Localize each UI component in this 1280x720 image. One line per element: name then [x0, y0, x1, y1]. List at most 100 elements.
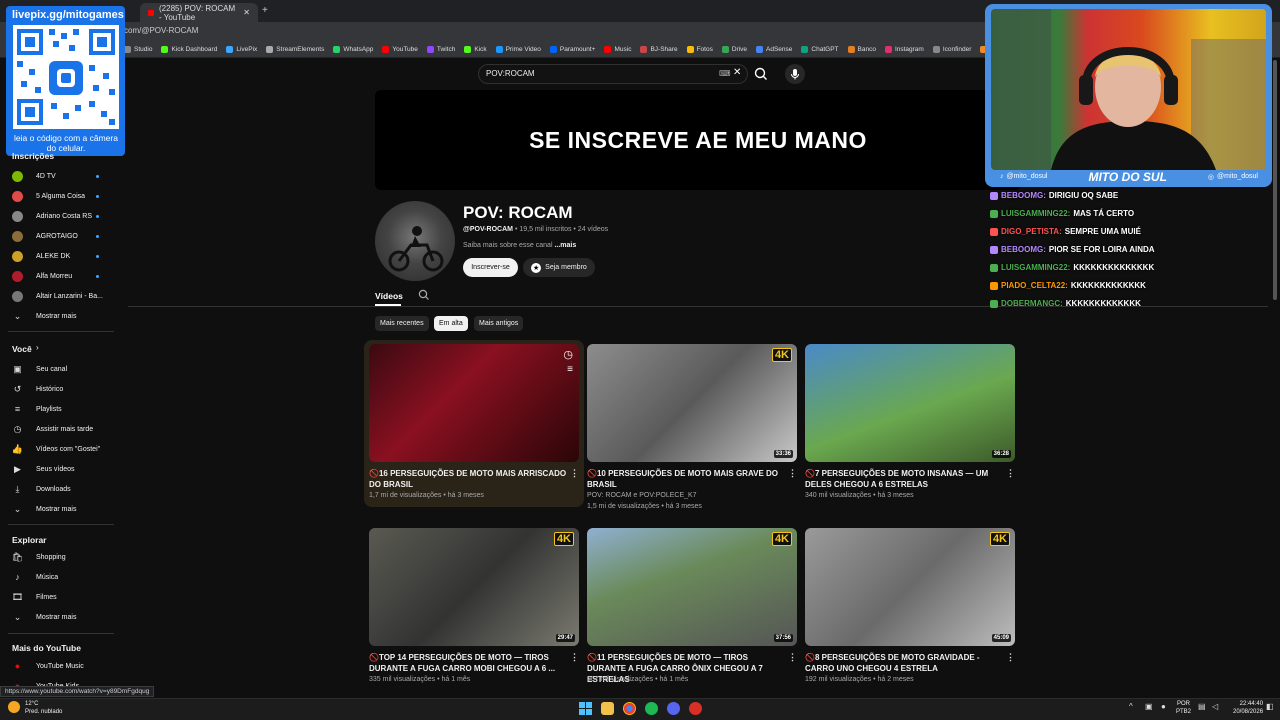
tray-app-icon[interactable]: ▣ [1145, 702, 1153, 711]
subscribe-button[interactable]: Inscrever-se [463, 258, 518, 277]
sidebar-item[interactable]: AGROTAIGO [0, 226, 118, 246]
video-title[interactable]: 🚫7 PERSEGUIÇÕES DE MOTO INSANAS — UM DEL… [805, 468, 1005, 490]
weather-widget[interactable]: 12°C Pred. nublado [25, 700, 62, 716]
sidebar-item[interactable]: ↺ Histórico [0, 379, 118, 399]
obs-icon[interactable] [689, 702, 702, 715]
keyboard-icon[interactable]: ⌨ [719, 69, 731, 78]
explore-heading[interactable]: Explorar [12, 535, 47, 545]
sidebar-item[interactable]: ▶ Seus vídeos [0, 459, 118, 479]
bookmark-item[interactable]: AdSense [756, 45, 792, 53]
video-thumbnail[interactable]: 4K 33:36 [587, 344, 797, 462]
bookmark-item[interactable]: BJ-Share [640, 45, 678, 53]
new-tab-icon[interactable]: + [262, 5, 268, 16]
browser-tab-youtube[interactable]: (2285) POV: ROCAM - YouTube ✕ [140, 3, 258, 22]
sidebar-item[interactable]: ⌄ Mostrar mais [0, 499, 118, 519]
sidebar-item[interactable]: ⌄ Mostrar mais [0, 607, 118, 627]
video-thumbnail[interactable]: 4K 29:47 [369, 528, 579, 646]
video-menu-icon[interactable]: ⋮ [788, 468, 797, 479]
more-from-youtube-heading[interactable]: Mais do YouTube [12, 643, 81, 653]
bookmark-item[interactable]: WhatsApp [333, 45, 373, 53]
tray-mic-icon[interactable]: ● [1161, 702, 1166, 711]
bookmark-item[interactable]: Prime Video [495, 45, 541, 53]
chip-popular[interactable]: Em alta [434, 316, 468, 331]
bookmark-item[interactable]: Kick Dashboard [161, 45, 217, 53]
bookmark-item[interactable]: ChatGPT [801, 45, 839, 53]
search-button[interactable] [750, 64, 772, 84]
sidebar-item[interactable]: ● YouTube Music [0, 656, 118, 676]
chip-recent[interactable]: Mais recentes [375, 316, 429, 331]
video-menu-icon[interactable]: ⋮ [1006, 652, 1015, 663]
weather-icon[interactable] [8, 701, 20, 713]
sidebar-item[interactable]: ♪ Música [0, 567, 118, 587]
bookmark-item[interactable]: YouTube [382, 45, 418, 53]
sidebar-item[interactable]: 🎞 Filmes [0, 587, 118, 607]
subscriptions-heading[interactable]: Inscrições [12, 151, 54, 161]
sidebar-item[interactable]: 5 Alguma Coisa [0, 186, 118, 206]
close-tab-icon[interactable]: ✕ [243, 8, 250, 17]
sidebar-item[interactable]: ⤓ Downloads [0, 479, 118, 499]
address-url[interactable]: com/@POV-ROCAM [124, 26, 198, 35]
bookmark-item[interactable]: Studio [124, 45, 152, 53]
bookmark-item[interactable]: Banco [847, 45, 876, 53]
video-menu-icon[interactable]: ⋮ [788, 652, 797, 663]
file-explorer-icon[interactable] [601, 702, 614, 715]
video-thumbnail[interactable]: 4K 37:56 [587, 528, 797, 646]
sidebar-item[interactable]: ALEKE DK [0, 246, 118, 266]
tab-videos[interactable]: Vídeos [375, 291, 403, 301]
video-thumbnail[interactable]: ◷ ≡ [369, 344, 579, 462]
bookmark-item[interactable]: Twitch [426, 45, 455, 53]
watch-later-icon[interactable]: ◷ [563, 348, 573, 361]
video-title[interactable]: 🚫TOP 14 PERSEGUIÇÕES DE MOTO — TIROS DUR… [369, 652, 569, 674]
you-heading[interactable]: Você [12, 344, 32, 354]
taskbar-clock[interactable]: 22:44:40 20/08/2026 [1233, 700, 1263, 716]
bookmark-item[interactable]: Drive [721, 45, 747, 53]
chevron-right-icon[interactable]: › [36, 343, 39, 352]
volume-icon[interactable]: ◁ [1212, 702, 1218, 711]
bookmark-item[interactable]: Iconfinder [932, 45, 971, 53]
sidebar-item[interactable]: 🛍 Shopping [0, 547, 118, 567]
chip-oldest[interactable]: Mais antigos [474, 316, 524, 331]
bookmark-item[interactable]: Paramount+ [549, 45, 595, 53]
windows-start-icon[interactable] [579, 702, 592, 715]
channel-desc-more[interactable]: ...mais [554, 242, 576, 249]
video-title[interactable]: 🚫16 PERSEGUIÇÕES DE MOTO MAIS ARRISCADO … [369, 468, 569, 490]
sidebar-item[interactable]: ⌄ Mostrar mais [0, 306, 118, 326]
sidebar-item[interactable]: 👍 Vídeos com "Gostei" [0, 439, 118, 459]
join-button[interactable]: ★ Seja membro [523, 258, 595, 277]
bookmark-item[interactable]: Instagram [884, 45, 924, 53]
sidebar-item-label: Música [36, 573, 59, 581]
notifications-icon[interactable]: ◧ [1266, 702, 1274, 711]
video-title[interactable]: 🚫10 PERSEGUIÇÕES DE MOTO MAIS GRAVE DO B… [587, 468, 787, 490]
sidebar-item[interactable]: Adriano Costa RS [0, 206, 118, 226]
sidebar-item[interactable]: 4D TV [0, 166, 118, 186]
input-language[interactable]: POR PTB2 [1176, 700, 1191, 716]
channel-description[interactable]: Saiba mais sobre esse canal ...mais [463, 242, 576, 249]
chrome-icon[interactable] [623, 702, 636, 715]
video-title[interactable]: 🚫8 PERSEGUIÇÕES DE MOTO GRAVIDADE - CARR… [805, 652, 1005, 674]
bookmark-item[interactable]: Fotos [686, 45, 713, 53]
clear-search-icon[interactable]: ✕ [733, 67, 741, 78]
sidebar-item[interactable]: ≡ Playlists [0, 399, 118, 419]
sidebar-item[interactable]: ▣ Seu canal [0, 359, 118, 379]
page-scrollbar[interactable] [1273, 60, 1277, 300]
video-menu-icon[interactable]: ⋮ [570, 468, 579, 479]
bookmark-item[interactable]: Kick [464, 45, 487, 53]
network-icon[interactable]: ▤ [1198, 702, 1206, 711]
video-thumbnail[interactable]: 36:28 [805, 344, 1015, 462]
voice-search-button[interactable] [785, 64, 805, 84]
bookmark-item[interactable]: StreamElements [266, 45, 324, 53]
discord-icon[interactable] [667, 702, 680, 715]
bookmark-item[interactable]: Music [604, 45, 631, 53]
video-thumbnail[interactable]: 4K 45:09 [805, 528, 1015, 646]
tray-chevron-icon[interactable]: ^ [1129, 702, 1133, 711]
bookmark-item[interactable]: LivePix [226, 45, 257, 53]
sidebar-item[interactable]: ◷ Assistir mais tarde [0, 419, 118, 439]
spotify-icon[interactable] [645, 702, 658, 715]
add-to-queue-icon[interactable]: ≡ [567, 364, 573, 375]
video-menu-icon[interactable]: ⋮ [1006, 468, 1015, 479]
sidebar-item[interactable]: Altair Lanzarini - Ba... [0, 286, 118, 306]
sidebar-item[interactable]: Alfa Morreu [0, 266, 118, 286]
video-menu-icon[interactable]: ⋮ [570, 652, 579, 663]
search-input[interactable]: POV:ROCAM [486, 69, 535, 78]
channel-search-button[interactable] [418, 289, 430, 301]
